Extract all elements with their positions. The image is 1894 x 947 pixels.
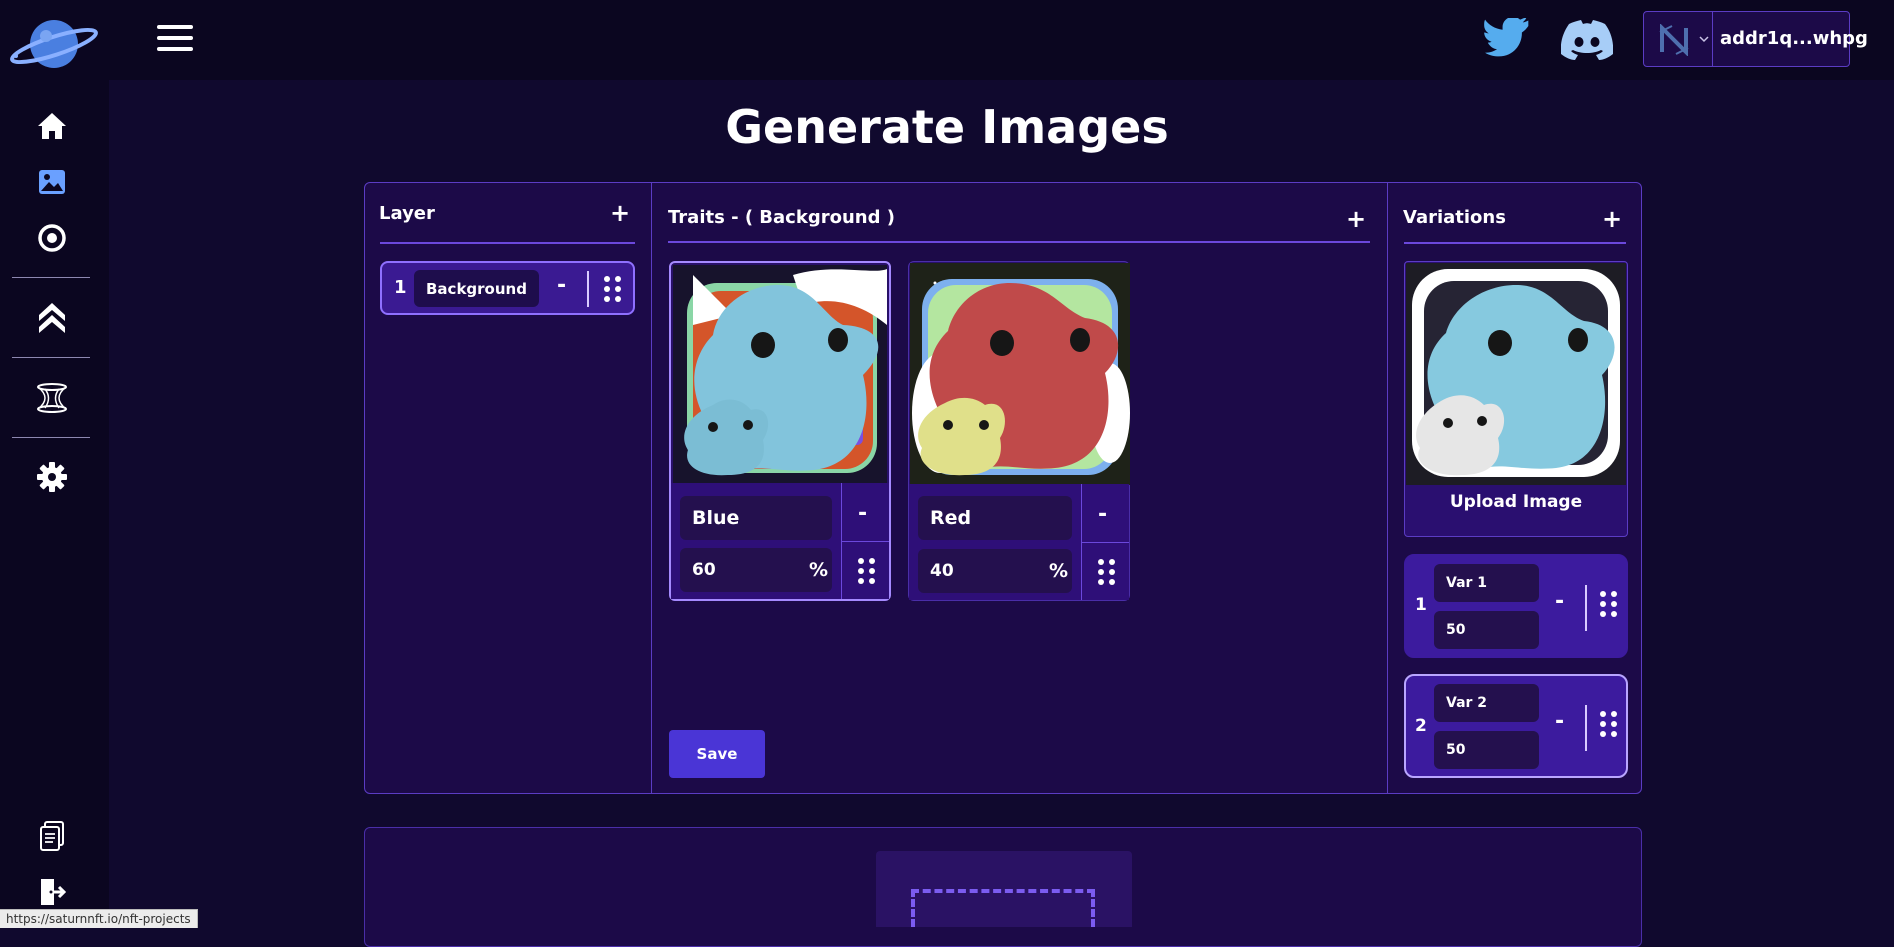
dropzone-outline[interactable] [911, 889, 1095, 927]
wallet-button[interactable]: addr1q...whpg [1643, 11, 1868, 67]
trait-card[interactable]: Blue 60 % - [669, 261, 891, 601]
variation-preview-image [1406, 263, 1626, 485]
column-divider [1387, 182, 1388, 794]
variation-name: Var 2 [1446, 695, 1488, 711]
page-title: Generate Images [725, 100, 1169, 154]
remove-layer-button[interactable]: - [557, 273, 566, 298]
trait-control-divider [841, 541, 889, 542]
layer-heading: Layer [379, 203, 435, 224]
planet-logo-icon[interactable] [4, 12, 100, 76]
variation-value: 50 [1446, 622, 1466, 638]
sidebar-divider [12, 437, 90, 438]
add-trait-button[interactable]: + [1346, 207, 1366, 231]
hamburger-menu-icon[interactable] [157, 23, 193, 53]
nami-wallet-icon [1658, 23, 1690, 57]
variation-value: 50 [1446, 742, 1466, 758]
trait-percent: 60 [692, 560, 716, 580]
trait-percent-field[interactable]: 60 % [680, 548, 832, 592]
logout-icon[interactable] [0, 872, 104, 912]
trait-percent: 40 [930, 561, 954, 581]
variation-value-field[interactable]: 50 [1434, 611, 1539, 649]
variation-item-divider [1585, 585, 1587, 631]
trait-card[interactable]: Red 40 % - [908, 261, 1130, 601]
variations-heading-underline [1404, 242, 1626, 244]
traits-heading-underline [668, 241, 1370, 243]
wallet-address: addr1q...whpg [1720, 28, 1868, 49]
percent-symbol: % [809, 559, 829, 581]
gear-icon[interactable] [0, 457, 104, 497]
variation-name: Var 1 [1446, 575, 1488, 591]
target-circle-icon[interactable] [0, 218, 104, 258]
drag-handle-icon[interactable] [1098, 559, 1115, 585]
variation-index: 2 [1415, 716, 1427, 736]
variation-value-field[interactable]: 50 [1434, 731, 1539, 769]
layer-index: 1 [394, 277, 407, 298]
double-chevron-up-icon[interactable] [0, 298, 104, 338]
drag-handle-icon[interactable] [1600, 711, 1617, 737]
hourglass-structure-icon[interactable] [0, 378, 104, 418]
trait-image [910, 263, 1130, 485]
top-bar [109, 0, 1894, 80]
trait-image [673, 265, 887, 483]
trait-name-field[interactable]: Blue [680, 496, 832, 540]
sidebar-divider [12, 277, 90, 278]
drag-handle-icon[interactable] [858, 558, 875, 584]
column-divider [651, 182, 652, 794]
trait-name-field[interactable]: Red [918, 496, 1072, 540]
layer-item-divider [587, 271, 589, 307]
discord-icon[interactable] [1560, 20, 1614, 60]
add-layer-button[interactable]: + [610, 201, 630, 225]
remove-trait-button[interactable]: - [858, 501, 867, 526]
twitter-icon[interactable] [1483, 16, 1531, 60]
remove-trait-button[interactable]: - [1098, 502, 1107, 527]
drag-handle-icon[interactable] [604, 276, 621, 302]
image-icon[interactable] [0, 162, 104, 202]
variation-name-field[interactable]: Var 2 [1434, 684, 1539, 722]
remove-variation-button[interactable]: - [1555, 589, 1564, 614]
percent-symbol: % [1049, 560, 1069, 582]
trait-percent-field[interactable]: 40 % [918, 549, 1072, 593]
upload-image-button[interactable]: Upload Image [1405, 492, 1627, 512]
remove-variation-button[interactable]: - [1555, 709, 1564, 734]
variation-name-field[interactable]: Var 1 [1434, 564, 1539, 602]
save-button[interactable]: Save [669, 730, 765, 778]
drag-handle-icon[interactable] [1600, 591, 1617, 617]
documents-icon[interactable] [0, 816, 104, 856]
variation-index: 1 [1415, 595, 1427, 615]
trait-name: Red [930, 507, 972, 529]
wallet-divider [1712, 12, 1713, 66]
sidebar-divider [12, 357, 90, 358]
trait-name: Blue [692, 507, 740, 529]
add-variation-button[interactable]: + [1602, 207, 1622, 231]
layer-item[interactable]: 1 Background - [380, 261, 635, 315]
variation-item[interactable]: 2 Var 2 50 - [1404, 674, 1628, 778]
layer-name: Background [426, 280, 527, 298]
traits-heading: Traits - ( Background ) [668, 207, 895, 228]
layer-name-field[interactable]: Background [414, 270, 539, 307]
variation-item[interactable]: 1 Var 1 50 - [1404, 554, 1628, 658]
layer-heading-underline [380, 242, 635, 244]
chevron-down-icon [1698, 30, 1710, 43]
trait-control-divider [1081, 542, 1129, 543]
variations-heading: Variations [1403, 207, 1506, 228]
variation-upload-card[interactable]: Upload Image [1404, 261, 1628, 537]
variation-item-divider [1585, 705, 1587, 751]
status-bar-url: https://saturnnft.io/nft-projects [0, 909, 198, 928]
